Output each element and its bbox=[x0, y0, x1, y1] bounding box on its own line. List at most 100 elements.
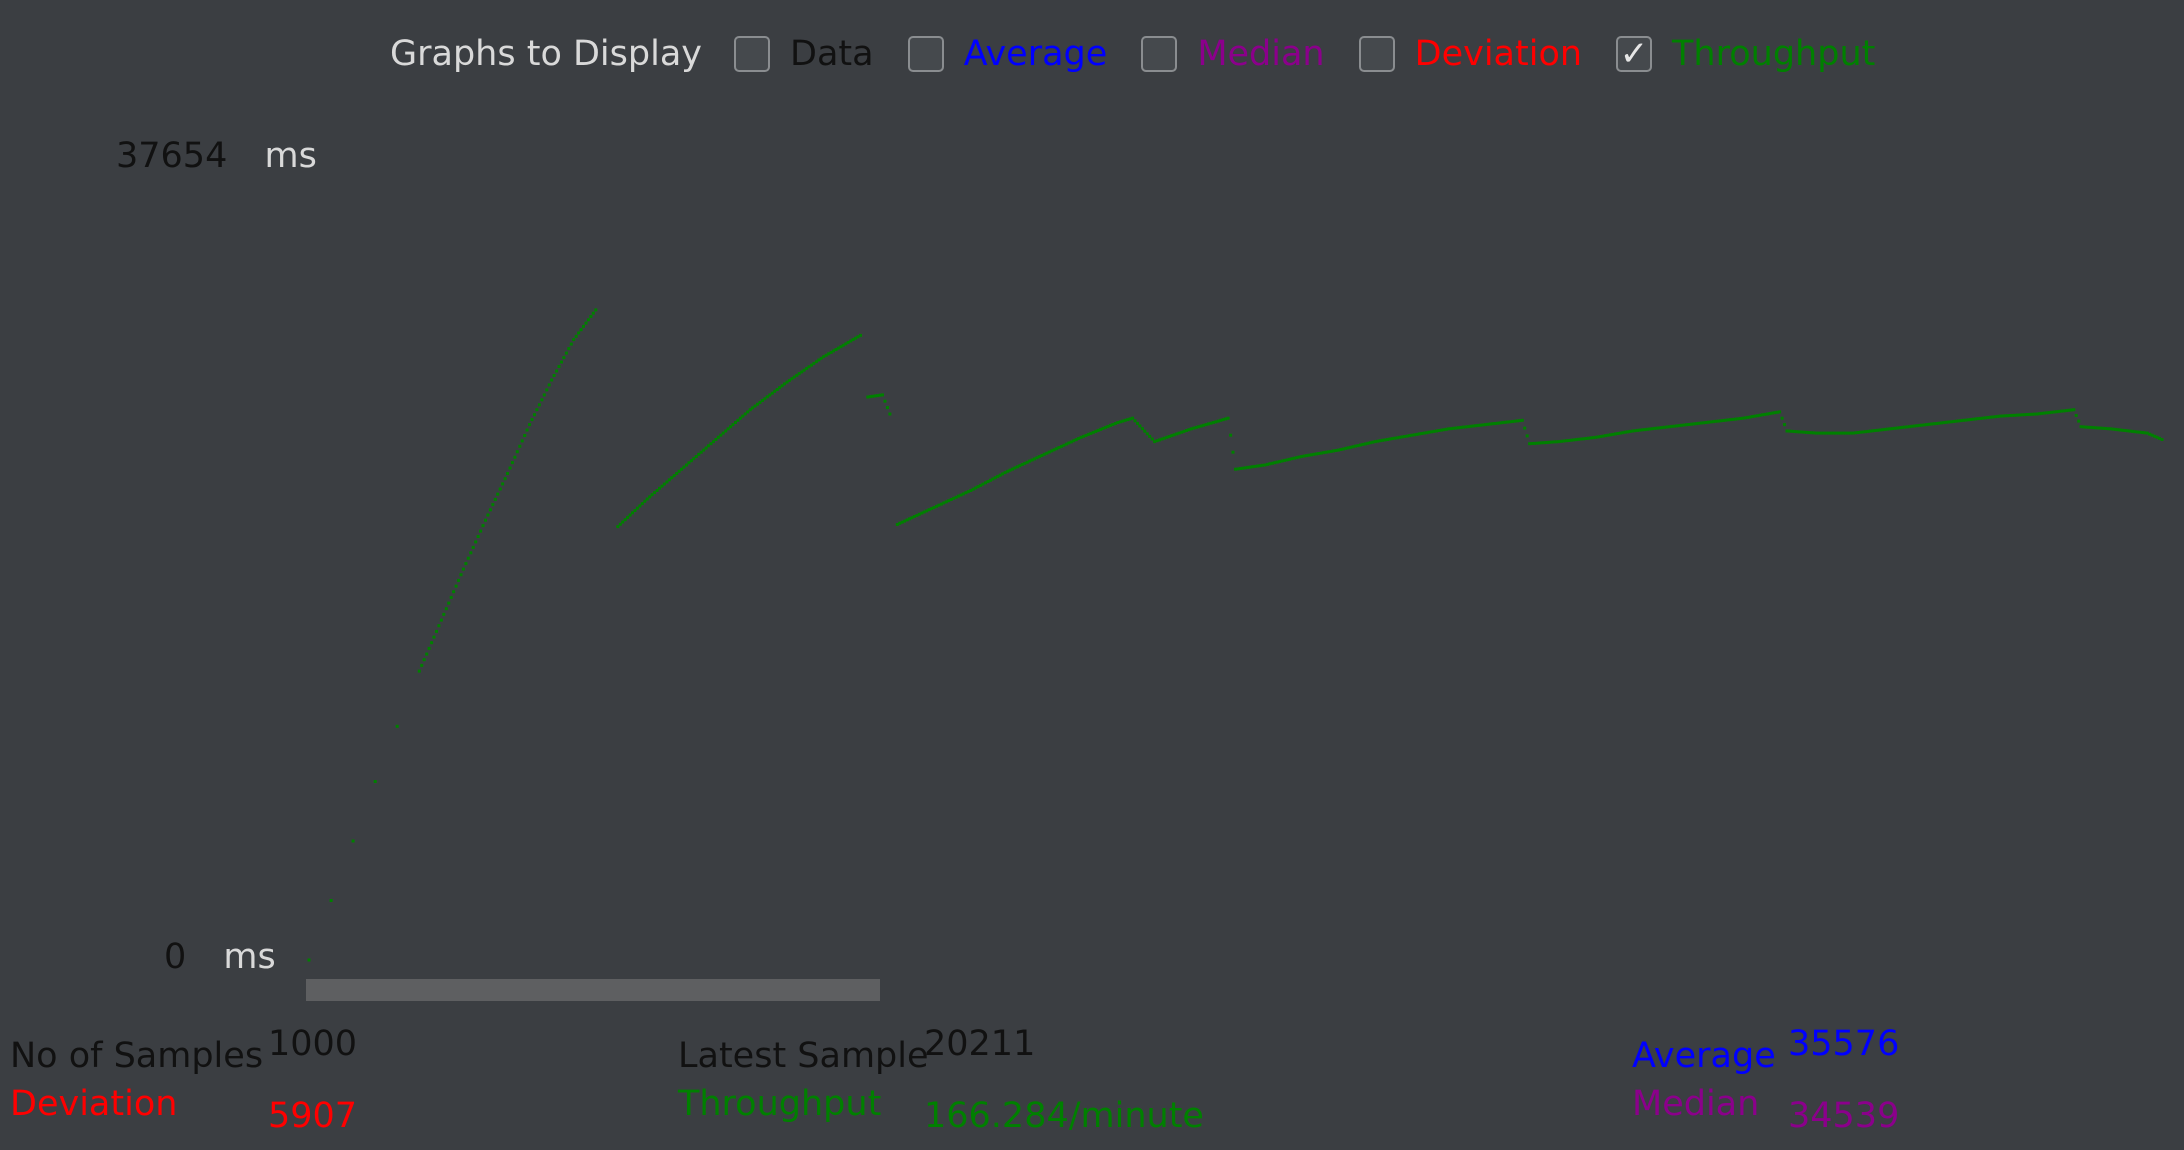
throughput-point bbox=[422, 658, 426, 662]
throughput-point bbox=[513, 455, 517, 459]
throughput-plot bbox=[307, 308, 2164, 962]
throughput-point bbox=[1150, 437, 1154, 441]
throughput-point bbox=[542, 393, 546, 397]
throughput-point bbox=[444, 607, 448, 611]
throughput-point bbox=[545, 388, 549, 392]
throughput-point bbox=[883, 399, 887, 403]
throughput-point bbox=[591, 311, 595, 315]
throughput-point bbox=[1226, 416, 1230, 420]
throughput-point bbox=[552, 374, 556, 377]
throughput-point bbox=[496, 492, 500, 496]
throughput-point bbox=[1148, 434, 1152, 438]
throughput-point bbox=[1140, 427, 1144, 431]
throughput-point bbox=[1133, 419, 1137, 423]
throughput-point bbox=[510, 461, 514, 465]
throughput-point bbox=[518, 444, 522, 448]
throughput-point bbox=[471, 545, 475, 549]
throughput-point bbox=[1778, 410, 1782, 414]
throughput-point bbox=[461, 567, 465, 571]
throughput-point bbox=[537, 403, 541, 407]
throughput-point bbox=[557, 365, 561, 368]
throughput-point bbox=[582, 324, 585, 328]
throughput-point bbox=[523, 434, 527, 437]
throughput-point bbox=[488, 508, 492, 512]
throughput-point bbox=[435, 629, 438, 633]
throughput-point bbox=[474, 540, 478, 544]
throughput-point bbox=[417, 669, 421, 673]
throughput-point bbox=[484, 518, 487, 522]
throughput-point bbox=[1523, 426, 1527, 430]
throughput-point bbox=[1783, 423, 1786, 427]
throughput-point bbox=[577, 331, 581, 335]
throughput-point bbox=[540, 398, 544, 402]
throughput-point bbox=[1780, 416, 1784, 420]
throughput-point bbox=[2074, 413, 2078, 417]
throughput-point bbox=[395, 724, 399, 728]
throughput-point bbox=[459, 573, 463, 577]
throughput-point bbox=[547, 383, 551, 387]
throughput-point bbox=[1145, 432, 1149, 436]
throughput-point bbox=[425, 652, 429, 656]
throughput-point bbox=[515, 450, 519, 454]
throughput-point bbox=[430, 641, 434, 645]
throughput-point bbox=[555, 369, 559, 373]
throughput-point bbox=[452, 590, 456, 594]
average-label: Average bbox=[1632, 1036, 1776, 1076]
throughput-point bbox=[525, 428, 529, 432]
throughput-point bbox=[454, 584, 458, 588]
throughput-point bbox=[464, 562, 468, 566]
throughput-point bbox=[1525, 434, 1529, 438]
throughput-point bbox=[506, 472, 509, 475]
throughput-point bbox=[2077, 419, 2081, 423]
graph-horizontal-scrollbar[interactable] bbox=[306, 979, 880, 1001]
throughput-point bbox=[885, 406, 889, 410]
throughput-point bbox=[888, 412, 892, 416]
throughput-label: Throughput bbox=[678, 1084, 882, 1124]
throughput-point bbox=[550, 378, 554, 382]
throughput-value: 166.284/minute bbox=[924, 1096, 1204, 1136]
throughput-point bbox=[569, 342, 573, 346]
throughput-point bbox=[498, 487, 502, 491]
throughput-point bbox=[562, 356, 566, 360]
throughput-point bbox=[476, 535, 480, 538]
throughput-point bbox=[466, 556, 470, 560]
throughput-point bbox=[560, 360, 563, 364]
throughput-point bbox=[1231, 450, 1235, 454]
graph-results-panel: Graphs to Display Data Average Median De… bbox=[0, 0, 2184, 1150]
throughput-point bbox=[447, 601, 451, 605]
throughput-point bbox=[533, 413, 536, 417]
throughput-point bbox=[432, 635, 436, 639]
throughput-point bbox=[307, 958, 311, 962]
throughput-point bbox=[420, 663, 424, 667]
average-value: 35576 bbox=[1788, 1024, 1900, 1064]
throughput-point bbox=[528, 423, 532, 427]
throughput-point bbox=[589, 315, 593, 318]
deviation-label: Deviation bbox=[10, 1084, 178, 1124]
throughput-point bbox=[501, 482, 505, 486]
throughput-point bbox=[1136, 421, 1139, 425]
throughput-point bbox=[1143, 429, 1147, 433]
throughput-point bbox=[486, 513, 490, 517]
throughput-point bbox=[594, 308, 598, 312]
throughput-point bbox=[449, 595, 453, 599]
throughput-point bbox=[2072, 408, 2076, 412]
throughput-point bbox=[439, 618, 443, 622]
median-value: 34539 bbox=[1788, 1096, 1900, 1136]
throughput-point bbox=[564, 351, 568, 355]
throughput-point bbox=[859, 333, 862, 337]
throughput-point bbox=[1131, 416, 1135, 420]
throughput-point bbox=[469, 551, 473, 555]
throughput-point bbox=[1229, 433, 1233, 437]
throughput-point bbox=[491, 503, 495, 507]
throughput-point bbox=[530, 418, 534, 422]
throughput-point bbox=[535, 408, 539, 412]
throughput-point bbox=[584, 321, 588, 325]
throughput-point bbox=[881, 393, 884, 397]
throughput-point bbox=[579, 328, 583, 332]
samples-label: No of Samples bbox=[10, 1036, 264, 1076]
throughput-point bbox=[437, 624, 441, 628]
throughput-point bbox=[586, 318, 590, 322]
throughput-point bbox=[329, 899, 333, 902]
throughput-point bbox=[457, 578, 460, 582]
throughput-point bbox=[567, 347, 571, 351]
